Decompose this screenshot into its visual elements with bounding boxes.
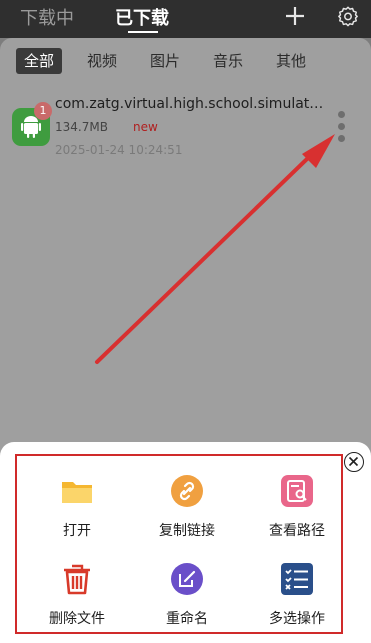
- action-open[interactable]: 打开: [27, 474, 127, 540]
- action-label: 打开: [63, 523, 91, 539]
- action-label: 重命名: [166, 611, 208, 627]
- list-check-icon: [280, 562, 314, 596]
- action-label: 删除文件: [49, 611, 105, 627]
- link-icon: [170, 474, 204, 508]
- folder-icon: [60, 474, 94, 508]
- action-label: 查看路径: [269, 523, 325, 539]
- action-view-path[interactable]: 查看路径: [247, 474, 347, 540]
- bottom-sheet: 打开 复制链接 查看路径 删除文件 重命名 多选操作: [0, 442, 371, 643]
- close-icon: [348, 456, 359, 467]
- trash-icon: [60, 562, 94, 596]
- rename-icon: [170, 562, 204, 596]
- action-multi-select[interactable]: 多选操作: [247, 562, 347, 628]
- action-label: 多选操作: [269, 611, 325, 627]
- path-icon: [280, 474, 314, 508]
- action-label: 复制链接: [159, 523, 215, 539]
- action-delete-file[interactable]: 删除文件: [27, 562, 127, 628]
- action-copy-link[interactable]: 复制链接: [137, 474, 237, 540]
- close-button[interactable]: [344, 452, 364, 472]
- action-rename[interactable]: 重命名: [137, 562, 237, 628]
